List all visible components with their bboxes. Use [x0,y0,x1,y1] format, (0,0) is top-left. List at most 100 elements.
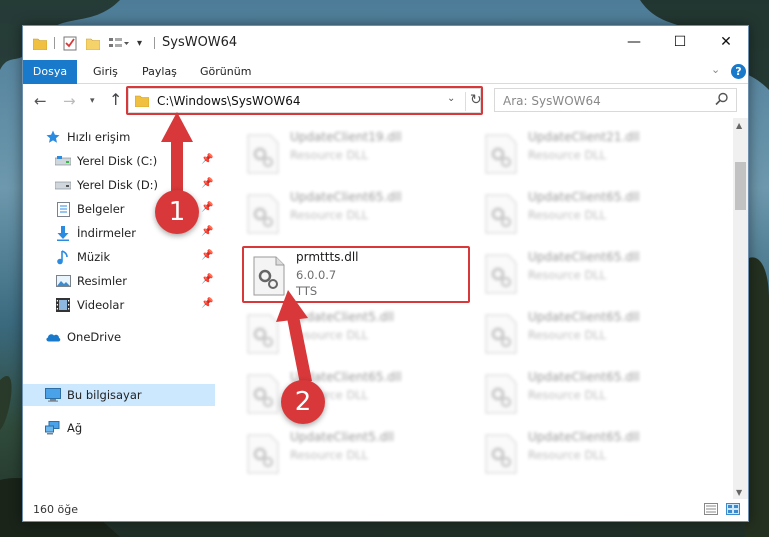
file-description: Resource DLL [290,448,369,462]
list-item[interactable]: UpdateClient19.dll Resource DLL [238,124,468,180]
sidebar-item-music[interactable]: Müzik 📌 [23,246,215,268]
sidebar-item-label: Hızlı erişim [67,130,131,144]
sidebar-item-label: Ağ [67,421,83,435]
list-item[interactable]: UpdateClient65.dll Resource DLL [476,184,706,240]
file-description: Resource DLL [290,208,369,222]
sidebar-item-label: Yerel Disk (C:) [77,154,158,168]
expand-ribbon-icon[interactable]: ⌄ [711,63,720,76]
status-bar: 160 öğe [23,499,748,521]
properties-icon[interactable] [63,35,77,51]
navigation-bar: ← → ▾ ↑ C:\Windows\SysWOW64 ⌄ ↻ Ara: Sys… [23,84,748,118]
search-box[interactable]: Ara: SysWOW64 [494,88,737,112]
sidebar-item-onedrive[interactable]: OneDrive [23,326,215,348]
scrollbar-thumb[interactable] [735,162,746,210]
window-title: SysWOW64 [162,35,238,50]
file-description: Resource DLL [528,448,607,462]
list-item[interactable]: UpdateClient65.dll Resource DLL [476,304,706,360]
network-icon [45,420,61,436]
back-arrow-icon[interactable]: ← [34,92,47,110]
forward-arrow-icon[interactable]: → [63,92,76,110]
folder-icon [33,35,47,51]
tab-view[interactable]: Görünüm [200,60,251,84]
file-name: UpdateClient19.dll [290,130,402,144]
minimize-button[interactable]: — [611,26,657,58]
computer-icon [45,387,61,403]
dll-file-icon [485,134,517,174]
list-item[interactable]: UpdateClient65.dll Resource DLL [238,364,468,420]
file-name: UpdateClient65.dll [528,430,640,444]
file-description: Resource DLL [290,328,369,342]
pin-icon[interactable]: 📌 [201,154,213,165]
step-2-badge: 2 [281,380,325,424]
pin-icon[interactable]: 📌 [201,202,213,213]
scroll-down-icon[interactable]: ▼ [736,488,742,497]
film-strip-icon [55,297,71,313]
toolbar-separator [154,37,155,49]
pin-icon[interactable]: 📌 [201,226,213,237]
list-item[interactable]: UpdateClient65.dll Resource DLL [238,184,468,240]
sidebar-item-label: Müzik [77,250,111,264]
up-arrow-icon[interactable]: ↑ [109,90,122,109]
sidebar-item-label: Videolar [77,298,125,312]
file-list: UpdateClient19.dll Resource DLL UpdateCl… [216,118,733,499]
maximize-button[interactable]: ☐ [657,26,703,58]
pictures-icon [55,273,71,289]
pin-icon[interactable]: 📌 [201,250,213,261]
tab-share[interactable]: Paylaş [142,60,177,84]
list-item[interactable]: UpdateClient65.dll Resource DLL [476,364,706,420]
sidebar-item-label: Bu bilgisayar [67,388,142,402]
details-view-icon[interactable] [704,503,718,518]
list-item[interactable]: UpdateClient21.dll Resource DLL [476,124,706,180]
music-note-icon [55,249,71,265]
large-icons-view-icon[interactable] [726,503,740,518]
sidebar-item-pictures[interactable]: Resimler 📌 [23,270,215,292]
list-item[interactable]: UpdateClient65.dll Resource DLL [476,244,706,300]
file-name: UpdateClient5.dll [290,310,394,324]
file-description: Resource DLL [528,328,607,342]
new-folder-icon[interactable] [86,35,100,51]
search-icon[interactable] [715,92,729,109]
file-description: Resource DLL [528,208,607,222]
download-arrow-icon [55,225,71,241]
tab-home[interactable]: Giriş [93,60,118,84]
title-bar: ▾ SysWOW64 — ☐ ✕ [23,26,748,60]
file-name: UpdateClient21.dll [528,130,640,144]
dll-file-icon [247,374,279,414]
list-item[interactable]: UpdateClient5.dll Resource DLL [238,424,468,480]
address-highlight-box [126,86,483,115]
list-item[interactable]: UpdateClient5.dll Resource DLL [238,304,468,360]
ribbon-tabs: Dosya Giriş Paylaş Görünüm ⌄ ? [23,60,748,84]
dll-file-icon [485,374,517,414]
star-icon [45,129,61,145]
explorer-window: ▾ SysWOW64 — ☐ ✕ Dosya Giriş Paylaş Görü… [22,25,749,522]
close-button[interactable]: ✕ [703,26,749,58]
tab-file[interactable]: Dosya [23,60,77,84]
drive-icon [55,177,71,193]
file-name: UpdateClient65.dll [528,250,640,264]
pin-icon[interactable]: 📌 [201,178,213,189]
item-count: 160 öğe [33,503,78,516]
step-1-badge: 1 [155,190,199,234]
drive-icon [55,153,71,169]
recent-locations-chevron-icon[interactable]: ▾ [90,96,95,106]
vertical-scrollbar[interactable]: ▲ ▼ [733,118,748,499]
documents-icon [55,201,71,217]
sidebar-item-network[interactable]: Ağ [23,417,215,439]
search-input[interactable]: Ara: SysWOW64 [503,94,601,108]
sidebar-item-label: İndirmeler [77,226,136,240]
help-icon[interactable]: ? [731,64,746,79]
sidebar-item-local-disk-c[interactable]: Yerel Disk (C:) 📌 [23,150,215,172]
pin-icon[interactable]: 📌 [201,298,213,309]
sidebar-item-videos[interactable]: Videolar 📌 [23,294,215,316]
cloud-icon [45,329,61,345]
navigation-pane: Hızlı erişim Yerel Disk (C:) 📌 Yerel Dis… [23,118,215,503]
sidebar-item-label: Belgeler [77,202,125,216]
pin-icon[interactable]: 📌 [201,274,213,285]
scroll-up-icon[interactable]: ▲ [736,121,742,130]
list-item[interactable]: UpdateClient65.dll Resource DLL [476,424,706,480]
sidebar-item-quick-access[interactable]: Hızlı erişim [23,126,215,148]
file-highlight-box [242,246,470,303]
view-options-icon[interactable] [109,35,129,51]
sidebar-item-this-pc[interactable]: Bu bilgisayar [23,384,215,406]
customize-toolbar-icon[interactable]: ▾ [137,35,142,51]
